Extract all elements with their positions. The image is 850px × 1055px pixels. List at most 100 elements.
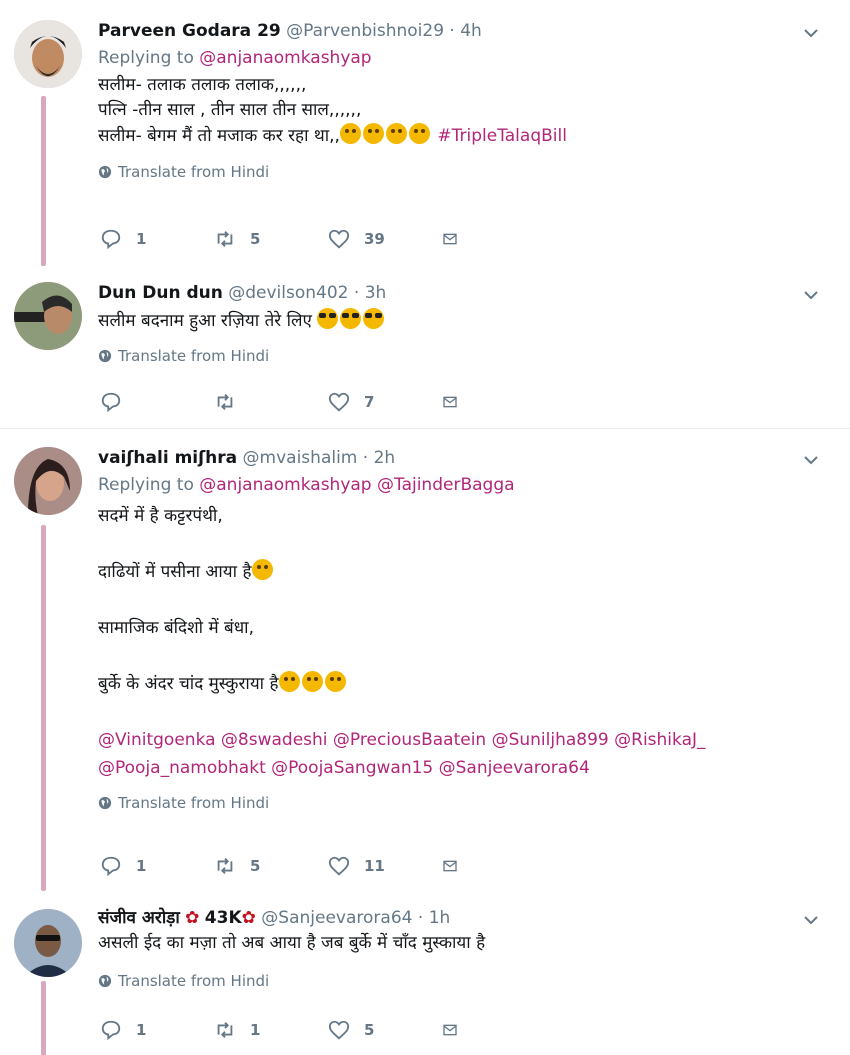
mention-link[interactable]: @anjanaomkashyap @TajinderBagga <box>199 475 514 495</box>
like-button[interactable]: 39 <box>328 228 442 250</box>
globe-icon <box>98 165 112 179</box>
reply-button[interactable] <box>100 391 214 413</box>
author-handle[interactable]: @devilson402 <box>228 283 348 303</box>
direct-message-button[interactable] <box>442 228 472 250</box>
like-count: 7 <box>364 393 375 411</box>
tweet-line: सदमें में है कट्टरपंथी, <box>98 506 223 526</box>
retweet-button[interactable]: 5 <box>214 855 328 877</box>
chevron-down-icon[interactable] <box>802 451 820 469</box>
hashtag-link[interactable]: #TripleTalaqBill <box>437 126 567 146</box>
replying-to: Replying to @anjanaomkashyap <box>98 47 820 69</box>
tweet-header: Parveen Godara 29 @Parvenbishnoi29 · 4h <box>98 20 820 42</box>
tweet-actions: 1 5 11 <box>100 855 472 877</box>
author-name[interactable]: vaiʃhali miʃhra <box>98 448 237 468</box>
separator-dot: · <box>449 21 455 41</box>
tweet-line: पत्नि -तीन साल , तीन साल तीन साल,,,,,, <box>98 100 362 120</box>
retweet-button[interactable] <box>214 391 328 413</box>
author-name[interactable]: Parveen Godara 29 <box>98 21 281 41</box>
chevron-down-icon[interactable] <box>802 286 820 304</box>
mentions-line[interactable]: @Vinitgoenka @8swadeshi @PreciousBaatein… <box>98 726 820 754</box>
thread-line <box>41 981 46 1055</box>
separator-dot: · <box>362 448 369 468</box>
tweet-2[interactable]: Dun Dun dun @devilson402 · 3h सलीम बदनाम… <box>0 262 850 427</box>
sunglasses-emoji <box>363 308 385 329</box>
avatar[interactable] <box>14 447 82 515</box>
like-button[interactable]: 7 <box>328 391 442 413</box>
mention-link[interactable]: @anjanaomkashyap <box>199 48 371 68</box>
tweet-line-with-emoji: सलीम बदनाम हुआ रज़िया तेरे लिए <box>98 308 820 334</box>
tweet-header: Dun Dun dun @devilson402 · 3h <box>98 282 820 304</box>
tweet-4[interactable]: संजीव अरोड़ा ✿ 43K✿ @Sanjeevarora64 · 1h… <box>0 889 850 1055</box>
translate-label: Translate from Hindi <box>118 972 270 990</box>
author-handle[interactable]: @Sanjeevarora64 <box>261 908 412 928</box>
direct-message-button[interactable] <box>442 1019 472 1041</box>
like-count: 11 <box>364 857 385 875</box>
rose-icon: ✿ <box>185 908 200 928</box>
reply-button[interactable]: 1 <box>100 855 214 877</box>
tweet-line: सलीम- बेगम मैं तो मजाक कर रहा था,, <box>98 126 340 146</box>
direct-message-button[interactable] <box>442 391 472 413</box>
tweet-actions: 1 1 5 <box>100 1019 472 1041</box>
tweet-text: सलीम- तलाक तलाक तलाक,,,,,, पत्नि -तीन सा… <box>98 73 820 149</box>
tweet-line: दाढियों में पसीना आया है <box>98 562 252 582</box>
avatar[interactable] <box>14 282 82 350</box>
tweet-line: बुर्के के अंदर चांद मुस्कुराया है <box>98 674 279 694</box>
sweat-smile-emoji <box>324 671 346 692</box>
translate-link[interactable]: Translate from Hindi <box>98 794 820 812</box>
timestamp[interactable]: 1h <box>429 908 451 928</box>
tweet-actions: 7 <box>100 391 472 413</box>
tweet-line <box>98 698 820 726</box>
timestamp[interactable]: 3h <box>365 283 387 303</box>
avatar[interactable] <box>14 909 82 977</box>
reply-icon <box>101 1020 121 1041</box>
retweet-icon <box>217 858 233 874</box>
chevron-down-icon[interactable] <box>802 24 820 42</box>
globe-icon <box>98 349 112 363</box>
reply-icon <box>101 856 121 877</box>
tweet-3[interactable]: vaiʃhali miʃhra @mvaishalim · 2h Replyin… <box>0 429 850 891</box>
reply-button[interactable]: 1 <box>100 1019 214 1041</box>
retweet-button[interactable]: 1 <box>214 1019 328 1041</box>
timestamp[interactable]: 4h <box>460 21 482 41</box>
thread-line <box>41 525 46 891</box>
translate-link[interactable]: Translate from Hindi <box>98 347 820 365</box>
like-button[interactable]: 11 <box>328 855 442 877</box>
mail-icon <box>443 233 457 245</box>
separator-dot: · <box>417 908 424 928</box>
translate-label: Translate from Hindi <box>118 794 270 812</box>
separator-dot: · <box>353 283 360 303</box>
retweet-count: 5 <box>250 857 261 875</box>
like-count: 5 <box>364 1021 375 1039</box>
tweet-line <box>98 586 820 614</box>
author-handle[interactable]: @mvaishalim <box>243 448 358 468</box>
author-name[interactable]: Dun Dun dun <box>98 283 223 303</box>
author-name[interactable]: संजीव अरोड़ा <box>98 908 180 928</box>
author-name-suffix: 43K <box>204 908 242 928</box>
replying-to: Replying to @anjanaomkashyap @TajinderBa… <box>98 474 820 496</box>
retweet-button[interactable]: 5 <box>214 228 328 250</box>
author-handle[interactable]: @Parvenbishnoi29 <box>286 21 444 41</box>
like-count: 39 <box>364 230 385 248</box>
tweet-line-with-emoji: बुर्के के अंदर चांद मुस्कुराया है <box>98 670 820 698</box>
tweet-text: सलीम बदनाम हुआ रज़िया तेरे लिए <box>98 308 820 334</box>
tweet-line-with-emoji: सलीम- बेगम मैं तो मजाक कर रहा था,, #Trip… <box>98 123 820 149</box>
direct-message-button[interactable] <box>442 855 472 877</box>
tweet-header: संजीव अरोड़ा ✿ 43K✿ @Sanjeevarora64 · 1h <box>98 907 820 929</box>
translate-link[interactable]: Translate from Hindi <box>98 163 820 181</box>
tweet-line <box>98 642 820 670</box>
mentions-line[interactable]: @Pooja_namobhakt @PoojaSangwan15 @Sanjee… <box>98 754 820 782</box>
wink-emoji <box>385 123 407 144</box>
heart-icon <box>328 1020 350 1040</box>
avatar[interactable] <box>14 20 82 88</box>
reply-count: 1 <box>136 230 147 248</box>
heart-icon <box>328 856 350 876</box>
translate-label: Translate from Hindi <box>118 347 270 365</box>
translate-link[interactable]: Translate from Hindi <box>98 972 820 990</box>
reply-icon <box>101 229 121 250</box>
tweet-line <box>98 530 820 558</box>
like-button[interactable]: 5 <box>328 1019 442 1041</box>
tweet-1[interactable]: Parveen Godara 29 @Parvenbishnoi29 · 4h … <box>0 0 850 266</box>
chevron-down-icon[interactable] <box>802 911 820 929</box>
reply-button[interactable]: 1 <box>100 228 214 250</box>
timestamp[interactable]: 2h <box>374 448 396 468</box>
